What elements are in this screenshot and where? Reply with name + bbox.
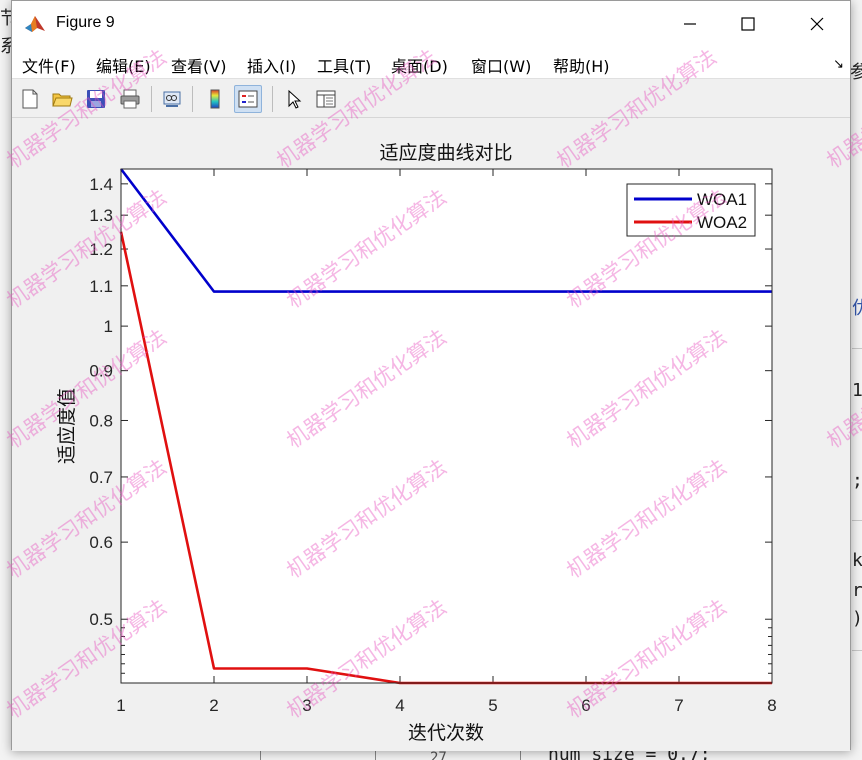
x-tick-label: 8 <box>767 696 776 715</box>
chart-title: 适应度曲线对比 <box>379 142 512 164</box>
menu-insert[interactable]: 插入(I) <box>247 53 296 77</box>
x-tick-label: 2 <box>209 696 218 715</box>
pointer-icon <box>288 89 302 109</box>
save-button[interactable] <box>82 85 110 113</box>
insert-colorbar-button[interactable] <box>201 85 229 113</box>
y-tick-label: 0.7 <box>89 468 113 487</box>
bg-text: 优 <box>852 298 862 319</box>
x-tick-label: 7 <box>674 696 683 715</box>
y-tick-label: 1.2 <box>89 240 113 259</box>
maximize-icon <box>741 17 755 31</box>
menu-bar: 文件(F) 编辑(E) 查看(V) 插入(I) 工具(T) 桌面(D) 窗口(W… <box>12 47 850 79</box>
y-tick-label: 1.3 <box>89 206 113 225</box>
property-inspector-button[interactable] <box>312 85 340 113</box>
maximize-button[interactable] <box>713 1 783 47</box>
bg-divider <box>852 650 862 651</box>
bg-text: r <box>852 580 862 601</box>
y-tick-label: 0.9 <box>89 362 113 381</box>
bg-divider <box>260 750 261 760</box>
x-tick-label: 1 <box>116 696 125 715</box>
y-tick-label: 0.6 <box>89 533 113 552</box>
menu-desktop[interactable]: 桌面(D) <box>391 53 448 77</box>
edit-plot-button[interactable] <box>280 85 308 113</box>
bg-divider <box>852 348 862 349</box>
figure-toolbar <box>12 80 850 118</box>
open-file-button[interactable] <box>48 85 76 113</box>
print-icon <box>120 89 140 109</box>
y-tick-label: 1.1 <box>89 277 113 296</box>
minimize-icon <box>684 23 696 25</box>
window-title: Figure 9 <box>56 14 115 31</box>
bg-line-number: 27 <box>430 750 447 760</box>
new-figure-button[interactable] <box>16 85 44 113</box>
bg-divider <box>852 520 862 521</box>
colorbar-icon <box>210 89 220 109</box>
menu-overflow-icon[interactable]: ↘ <box>833 57 844 72</box>
y-tick-label: 0.8 <box>89 411 113 430</box>
bg-text: 参 <box>850 62 862 83</box>
bg-divider <box>375 750 376 760</box>
save-icon <box>87 90 105 108</box>
x-tick-label: 6 <box>581 696 590 715</box>
title-bar[interactable]: Figure 9 <box>12 1 850 47</box>
plot-area: 1 2 3 4 5 6 7 8 0.5 0.6 0.7 0.8 0.9 1 1.1 1.2 1.3 1.4 适应度… <box>56 142 777 744</box>
x-tick-label: 3 <box>302 696 311 715</box>
link-plot-icon <box>163 91 181 107</box>
menu-window[interactable]: 窗口(W) <box>471 53 531 77</box>
legend-label-woa2: WOA2 <box>697 213 747 232</box>
bg-text: ) <box>852 608 862 629</box>
legend-label-woa1: WOA1 <box>697 190 747 209</box>
menu-help[interactable]: 帮助(H) <box>553 53 610 77</box>
open-folder-icon <box>52 93 73 107</box>
y-tick-label: 0.5 <box>89 610 113 629</box>
close-icon <box>810 17 824 31</box>
property-inspector-icon <box>316 90 336 108</box>
bg-text: 1 <box>852 380 862 401</box>
menu-file[interactable]: 文件(F) <box>22 53 76 77</box>
y-tick-label: 1 <box>104 317 113 336</box>
legend-icon <box>238 90 258 108</box>
menu-view[interactable]: 查看(V) <box>171 53 226 77</box>
print-button[interactable] <box>116 85 144 113</box>
axes-background[interactable] <box>121 169 772 683</box>
new-file-icon <box>22 89 38 109</box>
x-tick-label: 4 <box>395 696 404 715</box>
toolbar-separator <box>192 86 193 112</box>
bg-text: ; <box>852 470 862 491</box>
figure-window: Figure 9 文件(F) 编辑(E) 查看(V) 插入(I) 工具(T) 桌… <box>11 0 851 751</box>
x-tick-label: 5 <box>488 696 497 715</box>
link-plot-button[interactable] <box>158 85 186 113</box>
y-axis-label: 适应度值 <box>56 388 78 464</box>
bg-divider <box>520 750 521 760</box>
menu-tools[interactable]: 工具(T) <box>317 53 371 77</box>
close-button[interactable] <box>782 1 852 47</box>
toolbar-separator <box>272 86 273 112</box>
y-tick-label: 1.4 <box>89 175 113 194</box>
matlab-icon <box>24 13 46 35</box>
toolbar-separator <box>151 86 152 112</box>
menu-edit[interactable]: 编辑(E) <box>96 53 151 77</box>
insert-legend-button[interactable] <box>234 85 262 113</box>
legend[interactable]: WOA1 WOA2 <box>626 183 756 237</box>
bg-text: k <box>852 550 862 571</box>
x-axis-label: 迭代次数 <box>408 722 484 744</box>
